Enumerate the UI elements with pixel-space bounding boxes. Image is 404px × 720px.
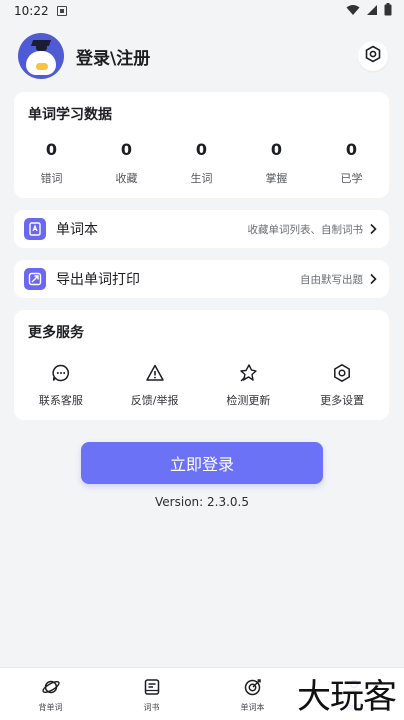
sim-icon <box>56 6 67 16</box>
stats-row: 0 错词 0 收藏 0 生词 0 掌握 0 已学 <box>14 140 389 186</box>
update-icon <box>237 362 259 384</box>
stat-value: 0 <box>345 140 358 159</box>
stats-title: 单词学习数据 <box>28 107 112 123</box>
chevron-right-icon <box>369 273 379 285</box>
settings-button[interactable] <box>358 41 388 71</box>
target-icon <box>242 676 264 698</box>
login-button[interactable]: 立即登录 <box>81 442 323 484</box>
more-services-card: 更多服务 联系客服 反馈/举报 检测更新 更多设置 <box>14 310 389 420</box>
stat-label: 已学 <box>340 172 363 185</box>
tab-vocabulary[interactable]: 单词本 <box>202 668 303 720</box>
chevron-right-icon <box>369 223 379 235</box>
services-title: 更多服务 <box>28 325 84 341</box>
learning-stats-card: 单词学习数据 0 错词 0 收藏 0 生词 0 掌握 0 已学 <box>14 92 389 198</box>
tab-label: 词书 <box>143 703 160 712</box>
service-check-update[interactable]: 检测更新 <box>202 362 296 408</box>
stat-mastered[interactable]: 0 掌握 <box>239 140 314 186</box>
stat-new-words[interactable]: 0 生词 <box>164 140 239 186</box>
wifi-icon <box>346 4 360 19</box>
stat-wrong-words[interactable]: 0 错词 <box>14 140 89 186</box>
stat-label: 收藏 <box>115 172 138 185</box>
warning-icon <box>144 362 166 384</box>
wordbook-hint: 收藏单词列表、自制词书 <box>247 223 364 236</box>
avatar[interactable] <box>18 33 64 79</box>
export-hint: 自由默写出题 <box>300 273 363 286</box>
stat-learned[interactable]: 0 已学 <box>314 140 389 186</box>
stat-value: 0 <box>45 140 58 159</box>
stat-value: 0 <box>195 140 208 159</box>
signal-icon <box>366 4 378 19</box>
export-print-row[interactable]: 导出单词打印 自由默写出题 <box>14 260 389 298</box>
profile-header: 登录\注册 <box>0 30 404 82</box>
watermark: 大玩客 <box>293 669 400 718</box>
wordbook-icon <box>24 218 46 240</box>
stat-label: 错词 <box>40 172 63 185</box>
service-label: 更多设置 <box>320 394 365 407</box>
service-feedback-report[interactable]: 反馈/举报 <box>108 362 202 408</box>
status-bar: 10:22 <box>0 0 404 22</box>
service-label: 检测更新 <box>226 394 271 407</box>
export-icon <box>24 268 46 290</box>
stat-value: 0 <box>270 140 283 159</box>
tab-wordbooks[interactable]: 词书 <box>101 668 202 720</box>
stat-favorites[interactable]: 0 收藏 <box>89 140 164 186</box>
version-text: Version: 2.3.0.5 <box>155 495 249 509</box>
chat-icon <box>50 362 72 384</box>
settings-icon <box>331 362 353 384</box>
wordbook-label: 单词本 <box>56 222 98 238</box>
login-register-link[interactable]: 登录\注册 <box>76 44 150 69</box>
hexagon-settings-icon <box>364 45 382 67</box>
status-time: 10:22 <box>14 4 49 18</box>
stat-label: 掌握 <box>265 172 288 185</box>
service-label: 联系客服 <box>38 394 83 407</box>
tab-memorize-words[interactable]: 背单词 <box>0 668 101 720</box>
stat-value: 0 <box>120 140 133 159</box>
battery-icon <box>384 3 392 19</box>
export-label: 导出单词打印 <box>56 272 140 288</box>
wordbook-row[interactable]: 单词本 收藏单词列表、自制词书 <box>14 210 389 248</box>
service-more-settings[interactable]: 更多设置 <box>295 362 389 408</box>
service-contact-support[interactable]: 联系客服 <box>14 362 108 408</box>
tab-label: 单词本 <box>240 703 265 712</box>
stat-label: 生词 <box>190 172 213 185</box>
tab-label: 背单词 <box>38 703 63 712</box>
service-label: 反馈/举报 <box>130 394 179 407</box>
book-icon <box>141 676 163 698</box>
planet-icon <box>40 676 62 698</box>
services-row: 联系客服 反馈/举报 检测更新 更多设置 <box>14 362 389 408</box>
